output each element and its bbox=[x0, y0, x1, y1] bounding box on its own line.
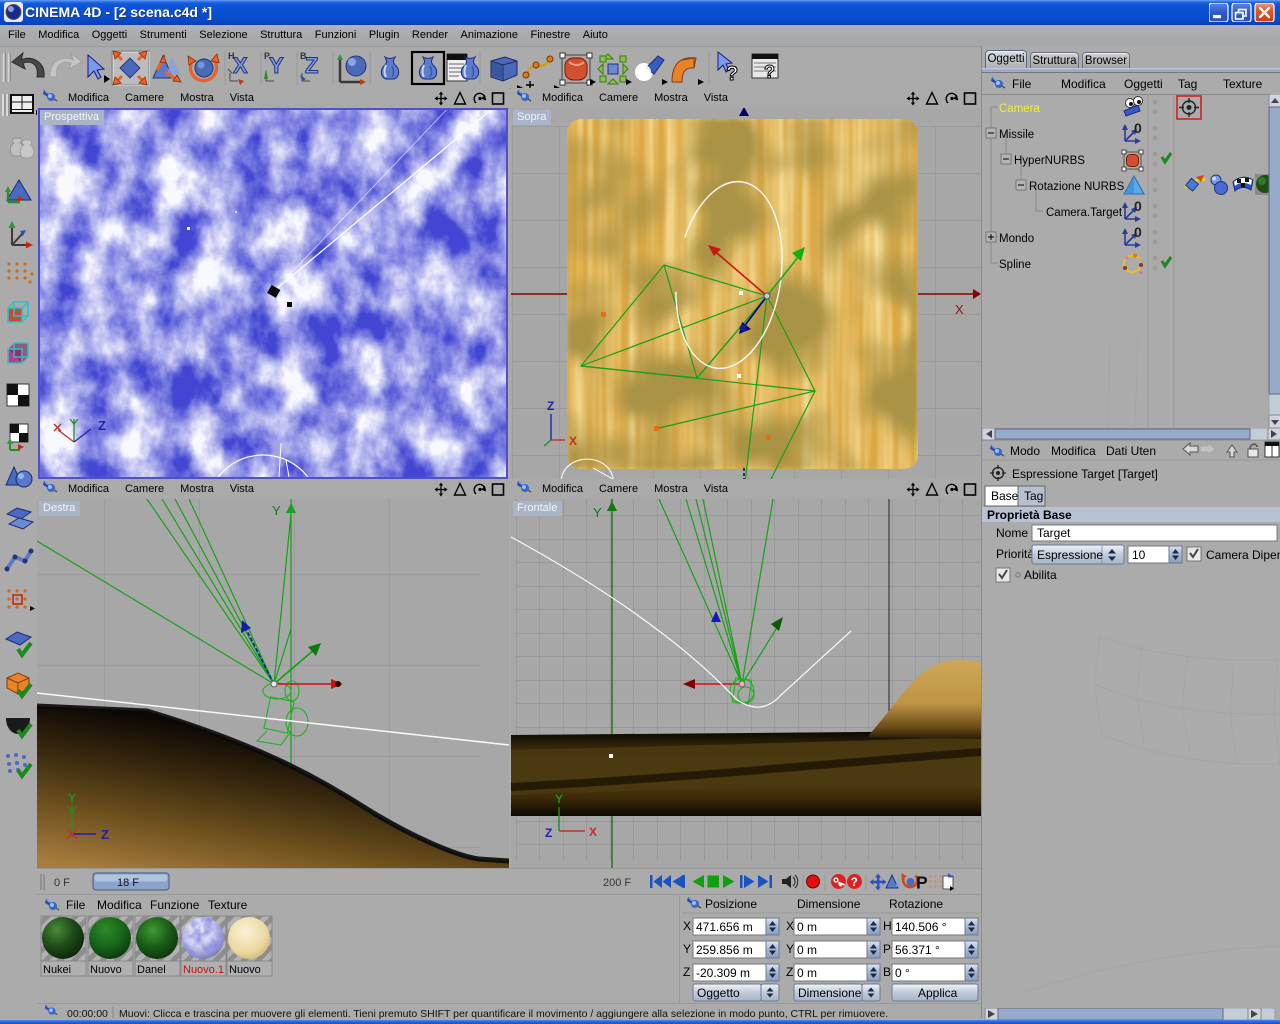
svg-text:Dimensione: Dimensione bbox=[797, 897, 861, 911]
svg-text:0 m: 0 m bbox=[797, 966, 817, 980]
svg-text:Z: Z bbox=[786, 965, 793, 979]
svg-text:Z: Z bbox=[305, 53, 318, 78]
svg-text:X: X bbox=[569, 434, 577, 448]
svg-text:Y: Y bbox=[272, 503, 281, 518]
svg-text:Danel: Danel bbox=[137, 964, 166, 976]
svg-text:B: B bbox=[883, 965, 891, 979]
svg-text:Camera: Camera bbox=[999, 103, 1041, 115]
svg-text:-20.309 m: -20.309 m bbox=[696, 966, 750, 980]
svg-text:Target: Target bbox=[1037, 526, 1071, 540]
svg-text:Rotazione: Rotazione bbox=[889, 897, 943, 911]
svg-text:18 F: 18 F bbox=[117, 877, 139, 889]
svg-text:0 °: 0 ° bbox=[895, 966, 910, 980]
svg-text:471.656 m: 471.656 m bbox=[696, 920, 753, 934]
svg-text:00:00:00: 00:00:00 bbox=[67, 1008, 108, 1020]
svg-text:Nukei: Nukei bbox=[43, 964, 71, 976]
svg-text:X: X bbox=[786, 919, 794, 933]
svg-text:Espressione: Espressione bbox=[1037, 548, 1103, 562]
svg-text:Modifica: Modifica bbox=[97, 898, 142, 912]
svg-text:0 F: 0 F bbox=[54, 877, 70, 889]
svg-text:?: ? bbox=[726, 63, 738, 85]
svg-text:Camera Dipende: Camera Dipende bbox=[1206, 548, 1280, 562]
svg-text:Missile: Missile bbox=[999, 129, 1034, 141]
svg-text:Priorità: Priorità bbox=[996, 547, 1034, 561]
svg-text:P: P bbox=[883, 942, 891, 956]
svg-text:Tag: Tag bbox=[1178, 77, 1197, 91]
svg-text:Z: Z bbox=[98, 418, 106, 433]
svg-text:Y: Y bbox=[68, 791, 76, 805]
svg-text:Applica: Applica bbox=[918, 986, 958, 1000]
svg-text:Mondo: Mondo bbox=[999, 233, 1034, 245]
svg-text:File: File bbox=[1012, 77, 1032, 91]
svg-text:56.371 °: 56.371 ° bbox=[895, 943, 940, 957]
svg-text:0: 0 bbox=[1134, 120, 1142, 136]
svg-text:Espressione Target [Target]: Espressione Target [Target] bbox=[1012, 467, 1158, 481]
svg-text:Muovi: Clicca e trascina per m: Muovi: Clicca e trascina per muovere gli… bbox=[119, 1008, 888, 1020]
svg-text:Proprietà Base: Proprietà Base bbox=[987, 508, 1072, 522]
svg-text:H: H bbox=[883, 919, 892, 933]
svg-text:259.856 m: 259.856 m bbox=[696, 943, 753, 957]
svg-text:?: ? bbox=[851, 877, 858, 889]
svg-text:0 m: 0 m bbox=[797, 920, 817, 934]
svg-text:Nuovo: Nuovo bbox=[90, 964, 122, 976]
svg-text:Nome: Nome bbox=[996, 526, 1028, 540]
svg-text:File: File bbox=[66, 898, 86, 912]
svg-text:Posizione: Posizione bbox=[705, 897, 757, 911]
svg-text:0 m: 0 m bbox=[797, 943, 817, 957]
svg-text:Dimensione: Dimensione bbox=[798, 986, 862, 1000]
svg-text:Y: Y bbox=[683, 942, 691, 956]
svg-text:Z: Z bbox=[101, 827, 109, 842]
svg-text:Funzione: Funzione bbox=[150, 898, 200, 912]
svg-text:Modo: Modo bbox=[1010, 444, 1040, 458]
svg-text:?: ? bbox=[764, 62, 775, 82]
svg-text:200 F: 200 F bbox=[603, 877, 631, 889]
svg-text:X: X bbox=[589, 825, 597, 839]
svg-text:0: 0 bbox=[1134, 198, 1142, 214]
svg-text:X: X bbox=[233, 53, 248, 78]
svg-text:Base: Base bbox=[991, 489, 1019, 503]
svg-text:Oggetti: Oggetti bbox=[1124, 77, 1163, 91]
svg-text:10: 10 bbox=[1132, 548, 1146, 562]
svg-text:Y: Y bbox=[555, 792, 563, 806]
svg-text:Y: Y bbox=[786, 942, 794, 956]
svg-text:Z: Z bbox=[683, 965, 690, 979]
svg-text:140.506 °: 140.506 ° bbox=[895, 920, 947, 934]
svg-text:P: P bbox=[916, 873, 928, 893]
svg-text:Spline: Spline bbox=[999, 259, 1031, 271]
svg-text:Z: Z bbox=[547, 399, 554, 413]
svg-text:0: 0 bbox=[1134, 224, 1142, 240]
svg-text:Modifica: Modifica bbox=[1051, 444, 1096, 458]
svg-text:Camera.Target: Camera.Target bbox=[1046, 207, 1123, 219]
svg-text:Nuovo.1: Nuovo.1 bbox=[183, 964, 224, 976]
svg-text:Dati Uten: Dati Uten bbox=[1106, 444, 1156, 458]
svg-text:Z: Z bbox=[545, 826, 552, 840]
svg-text:X: X bbox=[683, 919, 691, 933]
svg-text:Oggetto: Oggetto bbox=[697, 986, 740, 1000]
svg-text:Texture: Texture bbox=[1223, 77, 1263, 91]
svg-text:Nuovo: Nuovo bbox=[229, 964, 261, 976]
svg-text:X: X bbox=[955, 302, 964, 317]
svg-text:Rotazione NURBS: Rotazione NURBS bbox=[1029, 181, 1125, 193]
svg-text:Texture: Texture bbox=[208, 898, 248, 912]
svg-text:HyperNURBS: HyperNURBS bbox=[1014, 155, 1085, 167]
svg-text:Modifica: Modifica bbox=[1061, 77, 1106, 91]
svg-text:Abilita: Abilita bbox=[1024, 568, 1057, 582]
svg-text:Tag: Tag bbox=[1024, 489, 1043, 503]
svg-text:Y: Y bbox=[593, 505, 602, 520]
svg-text:Y: Y bbox=[269, 53, 284, 78]
